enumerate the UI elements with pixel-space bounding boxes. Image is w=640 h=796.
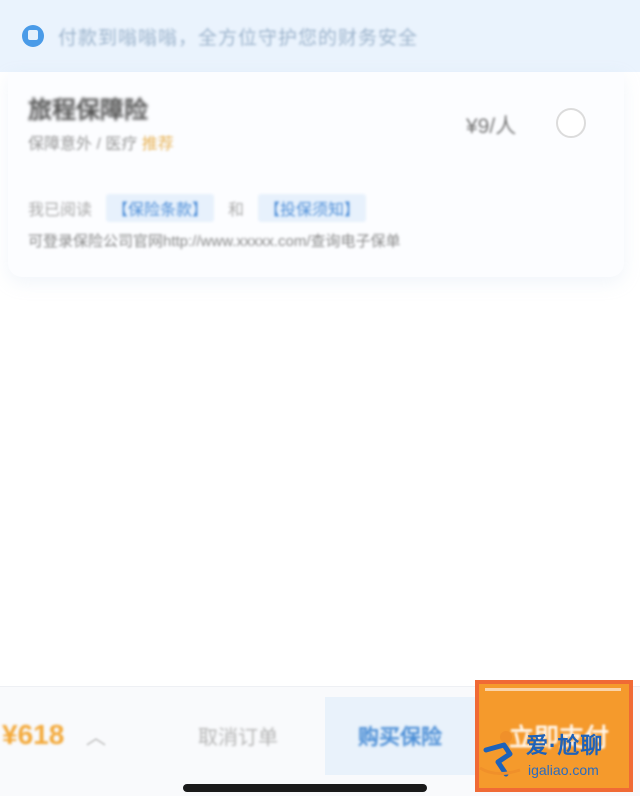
product-subtitle-text: 保障意外 / 医疗 bbox=[28, 136, 138, 153]
product-subtitle: 保障意外 / 医疗 推荐 bbox=[28, 130, 174, 154]
watermark-title: 爱·尬聊 bbox=[526, 733, 604, 758]
insurance-checkbox[interactable] bbox=[556, 108, 586, 138]
agreement-row: 我已阅读 【保险条款】 和 【投保须知】 bbox=[28, 194, 367, 222]
home-indicator[interactable] bbox=[183, 784, 427, 792]
cancel-order-button[interactable]: 取消订单 bbox=[198, 721, 278, 750]
chevron-up-icon[interactable]: ︿ bbox=[86, 721, 106, 750]
shield-icon bbox=[22, 25, 44, 47]
buy-insurance-label: 购买保险 bbox=[358, 726, 442, 749]
watermark-url: igaliao.com bbox=[528, 762, 599, 778]
policy-notice: 可登录保险公司官网http://www.xxxxx.com/查询电子保单 bbox=[28, 233, 401, 250]
price-per-person: ¥9/人 bbox=[466, 115, 517, 138]
agreement-connector: 和 bbox=[228, 202, 245, 219]
product-title: 旅程保障险 bbox=[28, 97, 148, 124]
runner-logo-icon bbox=[479, 731, 521, 777]
product-subtitle-highlight: 推荐 bbox=[141, 136, 174, 153]
insurance-card: 旅程保障险 保障意外 / 医疗 推荐 ¥9/人 我已阅读 【保险条款】 和 【投… bbox=[8, 72, 624, 277]
terms-link[interactable]: 【保险条款】 bbox=[106, 194, 215, 222]
agreement-prefix: 我已阅读 bbox=[28, 202, 93, 219]
security-banner-text: 付款到嗡嗡嗡，全方位守护您的财务安全 bbox=[58, 27, 419, 49]
pay-button-highlight bbox=[485, 688, 621, 691]
site-watermark: 爱·尬聊 igaliao.com bbox=[476, 726, 638, 786]
security-banner: 付款到嗡嗡嗡，全方位守护您的财务安全 bbox=[0, 0, 640, 72]
buy-insurance-button[interactable]: 购买保险 bbox=[325, 697, 475, 775]
notice-link[interactable]: 【投保须知】 bbox=[258, 194, 367, 222]
total-price: ¥618 bbox=[2, 719, 65, 750]
